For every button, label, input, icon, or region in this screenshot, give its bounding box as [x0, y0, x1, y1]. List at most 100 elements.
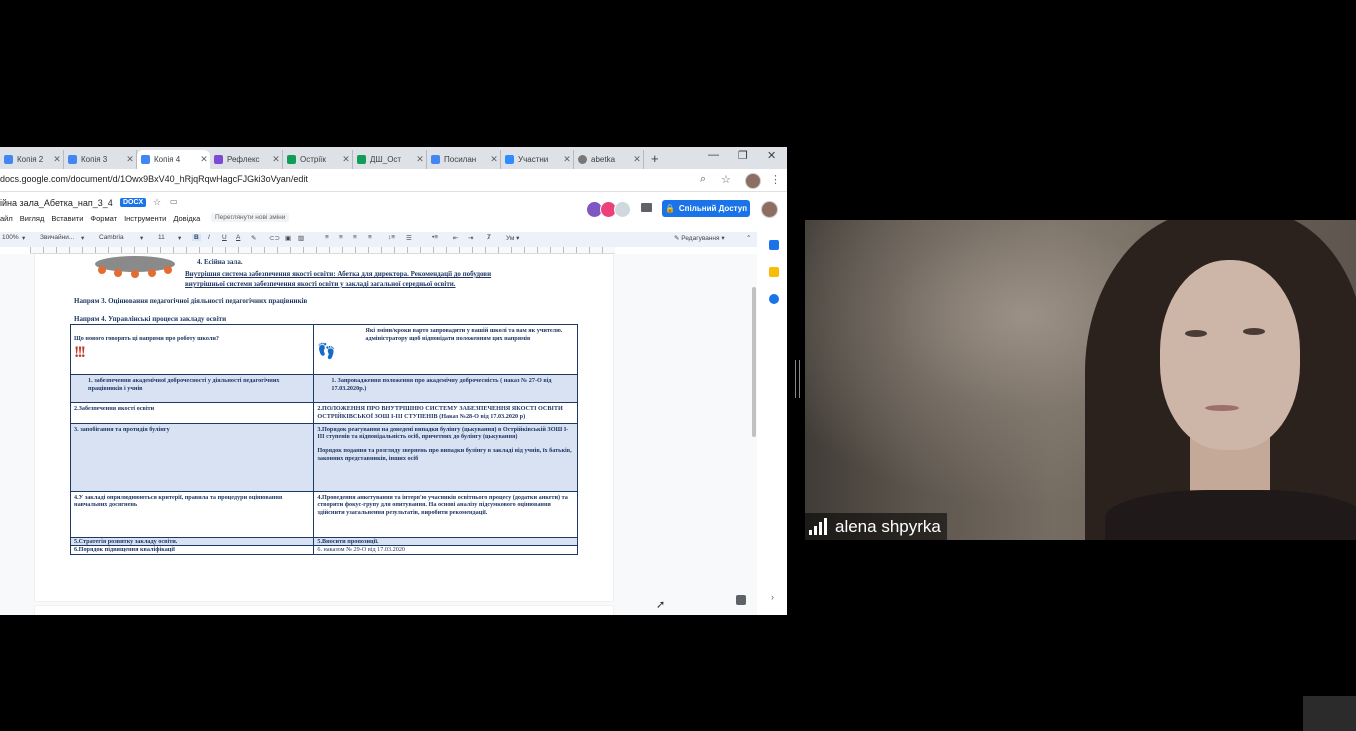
browser-tab-3[interactable]: Рефлекс ✕	[210, 150, 283, 169]
window-close-icon[interactable]: ✕	[767, 149, 776, 162]
align-center-icon[interactable]: ≡	[339, 234, 343, 241]
checklist-icon[interactable]: ☰	[406, 234, 412, 242]
close-icon[interactable]: ✕	[198, 154, 210, 165]
chevron-down-icon[interactable]: ▾	[22, 234, 25, 242]
close-icon[interactable]: ✕	[488, 154, 500, 165]
collaborator-avatar[interactable]	[614, 201, 631, 218]
table-row[interactable]: 6.Порядок підвищення кваліфікації 6. нак…	[69, 545, 578, 555]
style-select[interactable]: Звичайни...	[40, 234, 74, 241]
menu-help[interactable]: Довідка	[173, 214, 200, 223]
address-bar[interactable]: docs.google.com/document/d/1Owx9BxV40_hR…	[0, 169, 787, 192]
table-cell[interactable]: 3. запобігання та протидія булінгу	[69, 422, 315, 492]
link-icon[interactable]: ⊂⊃	[269, 234, 280, 242]
browser-tab-1[interactable]: Копія 3 ✕	[64, 150, 137, 169]
self-view-thumbnail[interactable]	[1303, 696, 1356, 731]
table-header-cell[interactable]: Які зміни/кроки варто запровадити у ваші…	[313, 324, 578, 375]
vertical-scrollbar[interactable]	[752, 287, 756, 437]
maximize-icon[interactable]: ❐	[738, 149, 748, 162]
clear-formatting-icon[interactable]: Ⱦ	[487, 234, 491, 241]
highlight-icon[interactable]: ✎	[251, 234, 256, 242]
insert-image-icon[interactable]: ▨	[298, 234, 304, 242]
panel-resize-handle[interactable]	[795, 360, 800, 398]
align-justify-icon[interactable]: ≡	[368, 234, 372, 241]
close-icon[interactable]: ✕	[631, 154, 643, 165]
close-icon[interactable]: ✕	[340, 154, 352, 165]
align-right-icon[interactable]: ≡	[353, 234, 357, 241]
browser-tab-6[interactable]: Посилан ✕	[427, 150, 501, 169]
close-icon[interactable]: ✕	[270, 154, 282, 165]
table-cell[interactable]: 2.Забезпечення якості освіти	[69, 402, 315, 424]
chevron-up-icon[interactable]: ⌃	[746, 234, 751, 242]
browser-tab-7[interactable]: Участни ✕	[501, 150, 574, 169]
table-cell[interactable]: 5.Вносити пропозиції.	[313, 536, 578, 547]
resource-link-2[interactable]: внутрішньої системи забезпечення якості …	[185, 280, 456, 288]
browser-menu-icon[interactable]: ⋮	[770, 173, 781, 186]
browser-tab-0[interactable]: Копія 2 ✕	[0, 150, 64, 169]
calendar-icon[interactable]	[769, 240, 779, 250]
new-tab-button[interactable]: +	[651, 151, 659, 166]
menu-file[interactable]: айл	[0, 214, 13, 223]
table-row[interactable]: 5.Стратегія розвитку закладу освіти. 5.В…	[69, 536, 578, 547]
italic-icon[interactable]: I	[208, 234, 210, 241]
table-cell[interactable]: 3.Порядок реагування на доведені випадки…	[313, 422, 578, 492]
table-cell[interactable]: 2.ПОЛОЖЕННЯ ПРО ВНУТРІШНЮ СИСТЕМУ ЗАБЕЗП…	[313, 402, 578, 424]
decrease-indent-icon[interactable]: ⇤	[453, 234, 458, 242]
horizontal-ruler[interactable]	[30, 247, 615, 254]
bulleted-list-icon[interactable]: •≡	[432, 234, 438, 241]
comment-history-icon[interactable]	[641, 203, 652, 212]
chevron-right-icon[interactable]: ›	[771, 592, 774, 602]
menu-insert[interactable]: Вставити	[51, 214, 83, 223]
menu-format[interactable]: Формат	[90, 214, 117, 223]
zoom-icon[interactable]: ⌕	[700, 173, 706, 186]
chevron-down-icon[interactable]: ▾	[81, 234, 84, 242]
table-cell[interactable]: 4.У закладі оприлюднюються критерії, пра…	[69, 490, 315, 538]
font-select[interactable]: Cambria	[99, 234, 124, 241]
font-size-select[interactable]: 11	[158, 234, 165, 241]
document-page-2[interactable]	[35, 606, 613, 615]
move-folder-icon[interactable]: ▭	[170, 197, 178, 206]
close-icon[interactable]: ✕	[561, 154, 573, 165]
minimize-icon[interactable]: —	[708, 149, 719, 161]
table-cell[interactable]: 6.Порядок підвищення кваліфікації	[69, 545, 315, 555]
table-row[interactable]: 3. запобігання та протидія булінгу 3.Пор…	[69, 422, 578, 492]
keep-icon[interactable]	[769, 267, 779, 277]
browser-tab-8[interactable]: abetka ✕	[574, 150, 644, 169]
table-cell[interactable]: 6. наказом № 29-О від 17.03.2020	[313, 545, 578, 555]
url-text[interactable]: docs.google.com/document/d/1Owx9BxV40_hR…	[0, 174, 308, 184]
zoom-select[interactable]: 100%	[2, 234, 19, 241]
resource-link[interactable]: Внутрішня система забезпечення якості ос…	[185, 270, 491, 278]
underline-icon[interactable]: U	[222, 234, 227, 241]
browser-tab-5[interactable]: ДШ_Ост ✕	[353, 150, 427, 169]
bold-icon[interactable]: B	[192, 234, 201, 241]
table-cell[interactable]: 5.Стратегія розвитку закладу освіти.	[69, 536, 315, 547]
table-cell[interactable]: 1. забезпечення академічної доброчесност…	[69, 374, 315, 403]
table-cell[interactable]: 4.Проведення анкетування та інтерв'ю уча…	[313, 490, 578, 538]
add-comment-icon[interactable]: ▣	[285, 234, 291, 242]
table-header-cell[interactable]: Що нового говорять ці напрями про роботу…	[69, 324, 315, 375]
align-left-icon[interactable]: ≡	[325, 234, 329, 241]
share-button[interactable]: 🔒 Спільний Доступ	[662, 200, 750, 217]
participant-video[interactable]	[805, 220, 1356, 540]
table-row[interactable]: 4.У закладі оприлюднюються критерії, пра…	[69, 490, 578, 538]
table-row[interactable]: 1. забезпечення академічної доброчесност…	[69, 374, 578, 403]
table-cell[interactable]: 1. Запровадження положення про академічн…	[313, 374, 578, 403]
browser-tab-4[interactable]: Остріїк ✕	[283, 150, 353, 169]
chevron-down-icon[interactable]: ▾	[140, 234, 143, 242]
account-avatar[interactable]	[761, 201, 778, 218]
chevron-down-icon[interactable]: ▾	[178, 234, 181, 242]
tasks-icon[interactable]	[769, 294, 779, 304]
menu-view[interactable]: Вигляд	[20, 214, 45, 223]
editing-mode-select[interactable]: ✎ Редагування ▾	[674, 234, 725, 242]
input-tools-icon[interactable]: Ум ▾	[506, 234, 519, 242]
menu-tools[interactable]: Інструменти	[124, 214, 166, 223]
document-title[interactable]: ійна зала_Абетка_нап_3_4	[0, 198, 113, 208]
close-icon[interactable]: ✕	[414, 154, 426, 165]
close-icon[interactable]: ✕	[124, 154, 136, 165]
browser-tab-2[interactable]: Копія 4 ✕	[137, 150, 210, 169]
see-new-changes-link[interactable]: Переглянути нові зміни	[211, 213, 290, 222]
increase-indent-icon[interactable]: ⇥	[468, 234, 473, 242]
close-icon[interactable]: ✕	[51, 154, 63, 165]
text-color-icon[interactable]: A	[236, 234, 240, 241]
explore-icon[interactable]	[736, 595, 746, 605]
line-spacing-icon[interactable]: ↕≡	[388, 234, 395, 241]
